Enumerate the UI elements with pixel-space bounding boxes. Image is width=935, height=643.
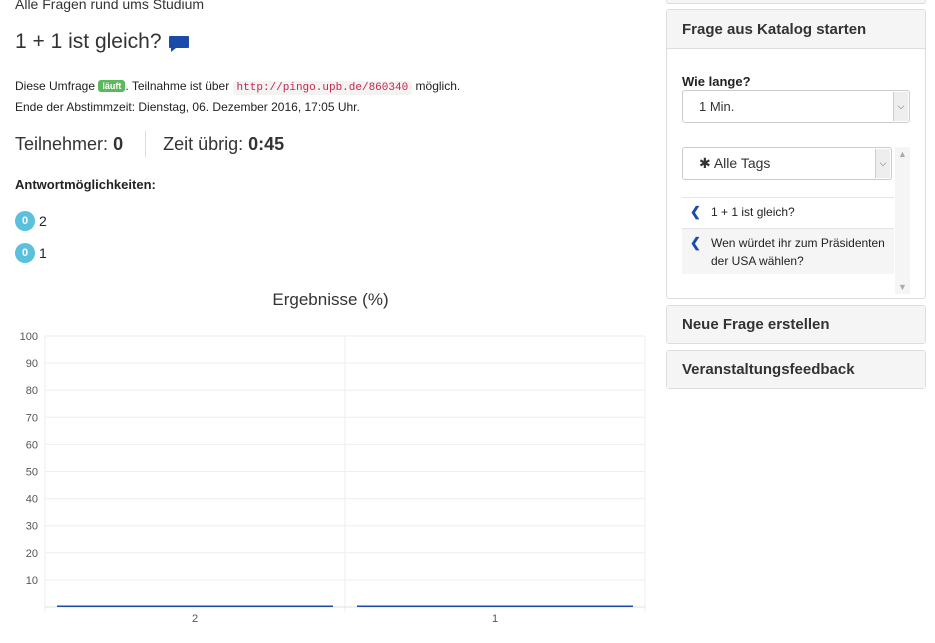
catalog-item[interactable]: ❮ 1 + 1 ist gleich? <box>682 197 894 228</box>
scroll-down-icon[interactable]: ▼ <box>895 282 910 292</box>
answer-option: 0 1 <box>15 243 47 263</box>
stats-divider <box>145 131 147 157</box>
answer-text: 2 <box>39 213 47 229</box>
results-chart: 100 90 80 70 60 50 40 30 20 10 2 1 <box>20 331 646 625</box>
catalog-list-scroll: ✱ Alle Tags ⌵ ❮ 1 + 1 ist gleich? ❮ Wen … <box>682 147 910 294</box>
participation-url: http://pingo.upb.de/860340 <box>232 81 413 95</box>
chart-title: Ergebnisse (%) <box>272 290 389 309</box>
x-tick-label: 2 <box>192 613 198 625</box>
time-left-stat: Zeit übrig: 0:45 <box>163 133 285 154</box>
feedback-title[interactable]: Veranstaltungsfeedback <box>667 351 925 388</box>
stats-row: Teilnehmer: 0 Zeit übrig: 0:45 <box>15 131 284 157</box>
question-title: 1 + 1 ist gleich? <box>15 30 162 53</box>
new-question-panel[interactable]: Neue Frage erstellen <box>666 305 926 344</box>
y-tick-label: 60 <box>26 439 38 451</box>
bar <box>357 605 633 607</box>
catalog-item[interactable]: ❮ Wen würdet ihr zum Präsidenten der USA… <box>682 228 894 274</box>
chevron-left-icon[interactable]: ❮ <box>690 203 701 221</box>
question-title-row: 1 + 1 ist gleich? <box>15 30 190 54</box>
y-tick-label: 40 <box>26 494 38 506</box>
y-tick-label: 30 <box>26 521 38 533</box>
poll-info: Diese Umfrage läuft. Teilnahme ist über … <box>15 77 460 117</box>
y-tick-label: 20 <box>26 548 38 560</box>
scroll-up-icon[interactable]: ▲ <box>895 149 910 159</box>
catalog-scrollbar[interactable]: ▲ ▼ <box>895 147 910 294</box>
answer-count-badge: 0 <box>15 243 35 263</box>
breadcrumb[interactable]: Alle Fragen rund ums Studium <box>15 0 204 12</box>
chat-bubble-icon[interactable] <box>168 35 190 53</box>
chevron-down-icon: ⌵ <box>893 92 908 121</box>
x-tick-label: 1 <box>492 613 498 625</box>
y-tick-label: 80 <box>26 385 38 397</box>
y-tick-label: 100 <box>20 331 38 343</box>
panel-top-edge <box>666 0 926 4</box>
poll-end-time: Ende der Abstimmzeit: Dienstag, 06. Deze… <box>15 100 360 114</box>
catalog-panel-title[interactable]: Frage aus Katalog starten <box>667 10 925 49</box>
bar <box>57 605 333 607</box>
poll-info-line1: Diese Umfrage läuft. Teilnahme ist über … <box>15 79 461 95</box>
tags-select[interactable]: ✱ Alle Tags ⌵ <box>682 147 892 180</box>
new-question-title[interactable]: Neue Frage erstellen <box>667 306 925 343</box>
duration-label: Wie lange? <box>682 74 751 89</box>
answer-text: 1 <box>39 245 47 261</box>
y-tick-label: 90 <box>26 358 38 370</box>
answers-label: Antwortmöglichkeiten: <box>15 177 156 192</box>
y-tick-label: 10 <box>26 575 38 587</box>
catalog-panel: Frage aus Katalog starten Wie lange? 1 M… <box>666 9 926 299</box>
duration-select[interactable]: 1 Min. ⌵ <box>682 90 910 123</box>
y-tick-label: 50 <box>26 467 38 479</box>
chevron-left-icon[interactable]: ❮ <box>690 234 701 252</box>
status-badge: läuft <box>98 80 126 92</box>
participants-stat: Teilnehmer: 0 <box>15 133 124 154</box>
chevron-down-icon: ⌵ <box>875 149 890 178</box>
y-tick-label: 70 <box>26 412 38 424</box>
feedback-panel[interactable]: Veranstaltungsfeedback <box>666 350 926 389</box>
answer-option: 0 2 <box>15 211 47 231</box>
answer-count-badge: 0 <box>15 211 35 231</box>
